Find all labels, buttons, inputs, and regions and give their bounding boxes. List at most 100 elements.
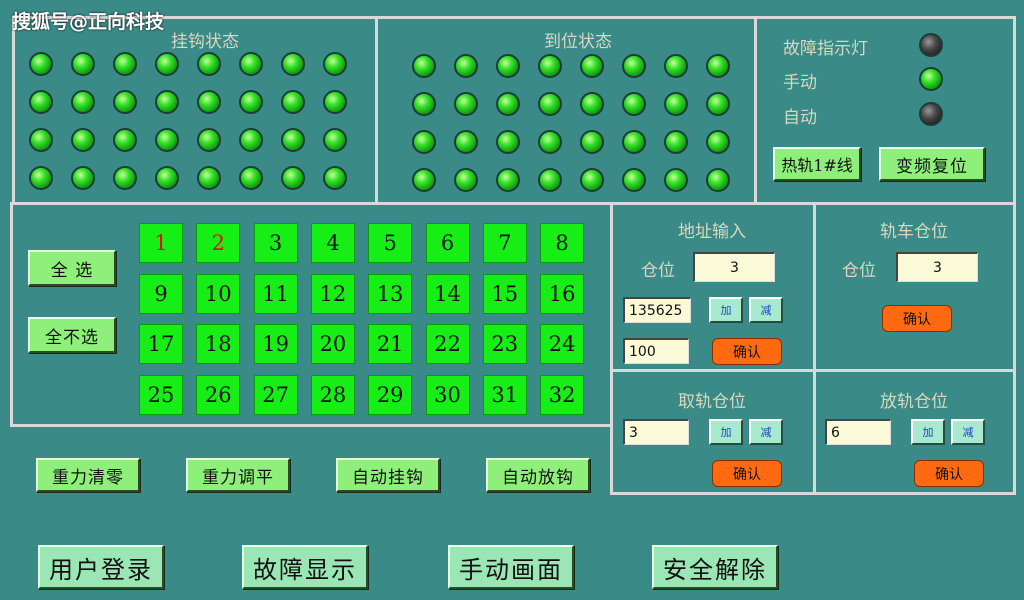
- hook-status-led-19: [113, 128, 137, 152]
- hook-status-led-20: [155, 128, 179, 152]
- put-rail-slot-field[interactable]: 6: [825, 419, 891, 445]
- position-status-led-3: [496, 54, 520, 78]
- put-rail-confirm-button[interactable]: 确认: [914, 460, 984, 487]
- put-rail-slot-title: 放轨仓位: [880, 392, 948, 412]
- slot-select-button-32[interactable]: 32: [540, 374, 585, 415]
- address-add-button[interactable]: 加: [709, 297, 743, 323]
- hook-status-led-1: [29, 52, 53, 76]
- slot-select-button-18[interactable]: 18: [196, 324, 241, 364]
- auto-unhook-button[interactable]: 自动放钩: [486, 458, 590, 492]
- manual-indicator-label: 手动: [783, 73, 817, 93]
- slot-select-button-22[interactable]: 22: [425, 324, 470, 364]
- hook-status-led-27: [113, 166, 137, 190]
- safety-release-button[interactable]: 安全解除: [652, 545, 778, 589]
- hook-status-led-22: [239, 128, 263, 152]
- slot-select-button-30[interactable]: 30: [425, 374, 470, 415]
- hook-status-led-25: [29, 166, 53, 190]
- take-rail-slot-panel: 取轨仓位 3 加 减 确认: [610, 369, 816, 495]
- address-confirm-button[interactable]: 确认: [712, 338, 782, 365]
- slot-select-button-29[interactable]: 29: [368, 374, 413, 415]
- take-rail-slot-field[interactable]: 3: [623, 419, 689, 445]
- slot-select-button-12[interactable]: 12: [310, 273, 355, 314]
- hook-status-led-8: [323, 52, 347, 76]
- address-slot-field[interactable]: 3: [693, 252, 775, 282]
- take-rail-add-button[interactable]: 加: [709, 419, 743, 445]
- hook-status-led-14: [239, 90, 263, 114]
- address-input-title: 地址输入: [678, 222, 746, 242]
- position-status-led-13: [580, 92, 604, 116]
- slot-select-button-10[interactable]: 10: [196, 273, 241, 314]
- slot-select-button-21[interactable]: 21: [368, 324, 413, 364]
- hook-status-led-23: [281, 128, 305, 152]
- hook-status-led-12: [155, 90, 179, 114]
- slot-select-button-26[interactable]: 26: [196, 374, 241, 415]
- slot-select-button-1[interactable]: 1: [139, 223, 183, 263]
- slot-select-button-13[interactable]: 13: [368, 273, 413, 314]
- position-status-led-19: [496, 130, 520, 154]
- slot-select-button-11[interactable]: 11: [253, 273, 298, 314]
- slot-select-button-23[interactable]: 23: [482, 324, 527, 364]
- rail-car-confirm-button[interactable]: 确认: [882, 305, 952, 332]
- slot-select-button-27[interactable]: 27: [253, 374, 298, 415]
- slot-select-button-28[interactable]: 28: [310, 374, 355, 415]
- put-rail-sub-button[interactable]: 减: [951, 419, 985, 445]
- rail-car-slot-title: 轨车仓位: [880, 222, 948, 242]
- position-status-panel: 到位状态: [375, 16, 757, 205]
- address-sub-button[interactable]: 减: [749, 297, 783, 323]
- position-status-led-7: [664, 54, 688, 78]
- hook-status-led-17: [29, 128, 53, 152]
- take-rail-slot-title: 取轨仓位: [678, 392, 746, 412]
- auto-hook-button[interactable]: 自动挂钩: [336, 458, 440, 492]
- slot-select-button-16[interactable]: 16: [540, 273, 585, 314]
- address-value2-field[interactable]: 100: [623, 338, 689, 364]
- position-status-led-15: [664, 92, 688, 116]
- rail-car-slot-field[interactable]: 3: [896, 252, 978, 282]
- position-status-led-31: [664, 168, 688, 192]
- slot-select-button-14[interactable]: 14: [425, 273, 470, 314]
- select-none-button[interactable]: 全不选: [28, 317, 116, 353]
- slot-select-button-2[interactable]: 2: [196, 223, 241, 263]
- hook-status-led-29: [197, 166, 221, 190]
- user-login-button[interactable]: 用户登录: [38, 545, 164, 589]
- slot-select-button-4[interactable]: 4: [310, 223, 355, 263]
- gravity-zero-button[interactable]: 重力清零: [36, 458, 140, 492]
- position-status-led-1: [412, 54, 436, 78]
- position-status-led-16: [706, 92, 730, 116]
- take-rail-confirm-button[interactable]: 确认: [712, 460, 782, 487]
- slot-select-button-7[interactable]: 7: [482, 223, 527, 263]
- hook-status-led-7: [281, 52, 305, 76]
- slot-select-button-6[interactable]: 6: [425, 223, 470, 263]
- hook-status-led-18: [71, 128, 95, 152]
- position-status-led-9: [412, 92, 436, 116]
- rail-line-button[interactable]: 热轨1#线: [773, 147, 861, 181]
- slot-select-button-31[interactable]: 31: [482, 374, 527, 415]
- hook-status-led-6: [239, 52, 263, 76]
- select-all-button[interactable]: 全 选: [28, 250, 116, 286]
- hook-status-led-2: [71, 52, 95, 76]
- gravity-level-button[interactable]: 重力调平: [186, 458, 290, 492]
- slot-select-button-19[interactable]: 19: [253, 324, 298, 364]
- slot-select-button-3[interactable]: 3: [253, 223, 298, 263]
- rail-car-slot-label: 仓位: [842, 261, 876, 281]
- slot-select-button-20[interactable]: 20: [310, 324, 355, 364]
- slot-select-button-8[interactable]: 8: [540, 223, 585, 263]
- position-status-led-8: [706, 54, 730, 78]
- address-value1-field[interactable]: 135625: [623, 297, 691, 323]
- manual-screen-button[interactable]: 手动画面: [448, 545, 574, 589]
- put-rail-add-button[interactable]: 加: [911, 419, 945, 445]
- hook-status-led-16: [323, 90, 347, 114]
- slot-select-button-9[interactable]: 9: [139, 273, 183, 314]
- take-rail-sub-button[interactable]: 减: [749, 419, 783, 445]
- manual-indicator-lamp: [919, 67, 943, 91]
- position-status-led-2: [454, 54, 478, 78]
- slot-select-button-17[interactable]: 17: [139, 324, 183, 364]
- position-status-led-26: [454, 168, 478, 192]
- vfd-reset-button[interactable]: 变频复位: [879, 147, 985, 181]
- position-status-led-10: [454, 92, 478, 116]
- slot-select-button-24[interactable]: 24: [540, 324, 585, 364]
- slot-select-button-25[interactable]: 25: [139, 374, 183, 415]
- slot-select-button-5[interactable]: 5: [368, 223, 413, 263]
- fault-display-button[interactable]: 故障显示: [242, 545, 368, 589]
- slot-select-button-15[interactable]: 15: [482, 273, 527, 314]
- position-status-led-18: [454, 130, 478, 154]
